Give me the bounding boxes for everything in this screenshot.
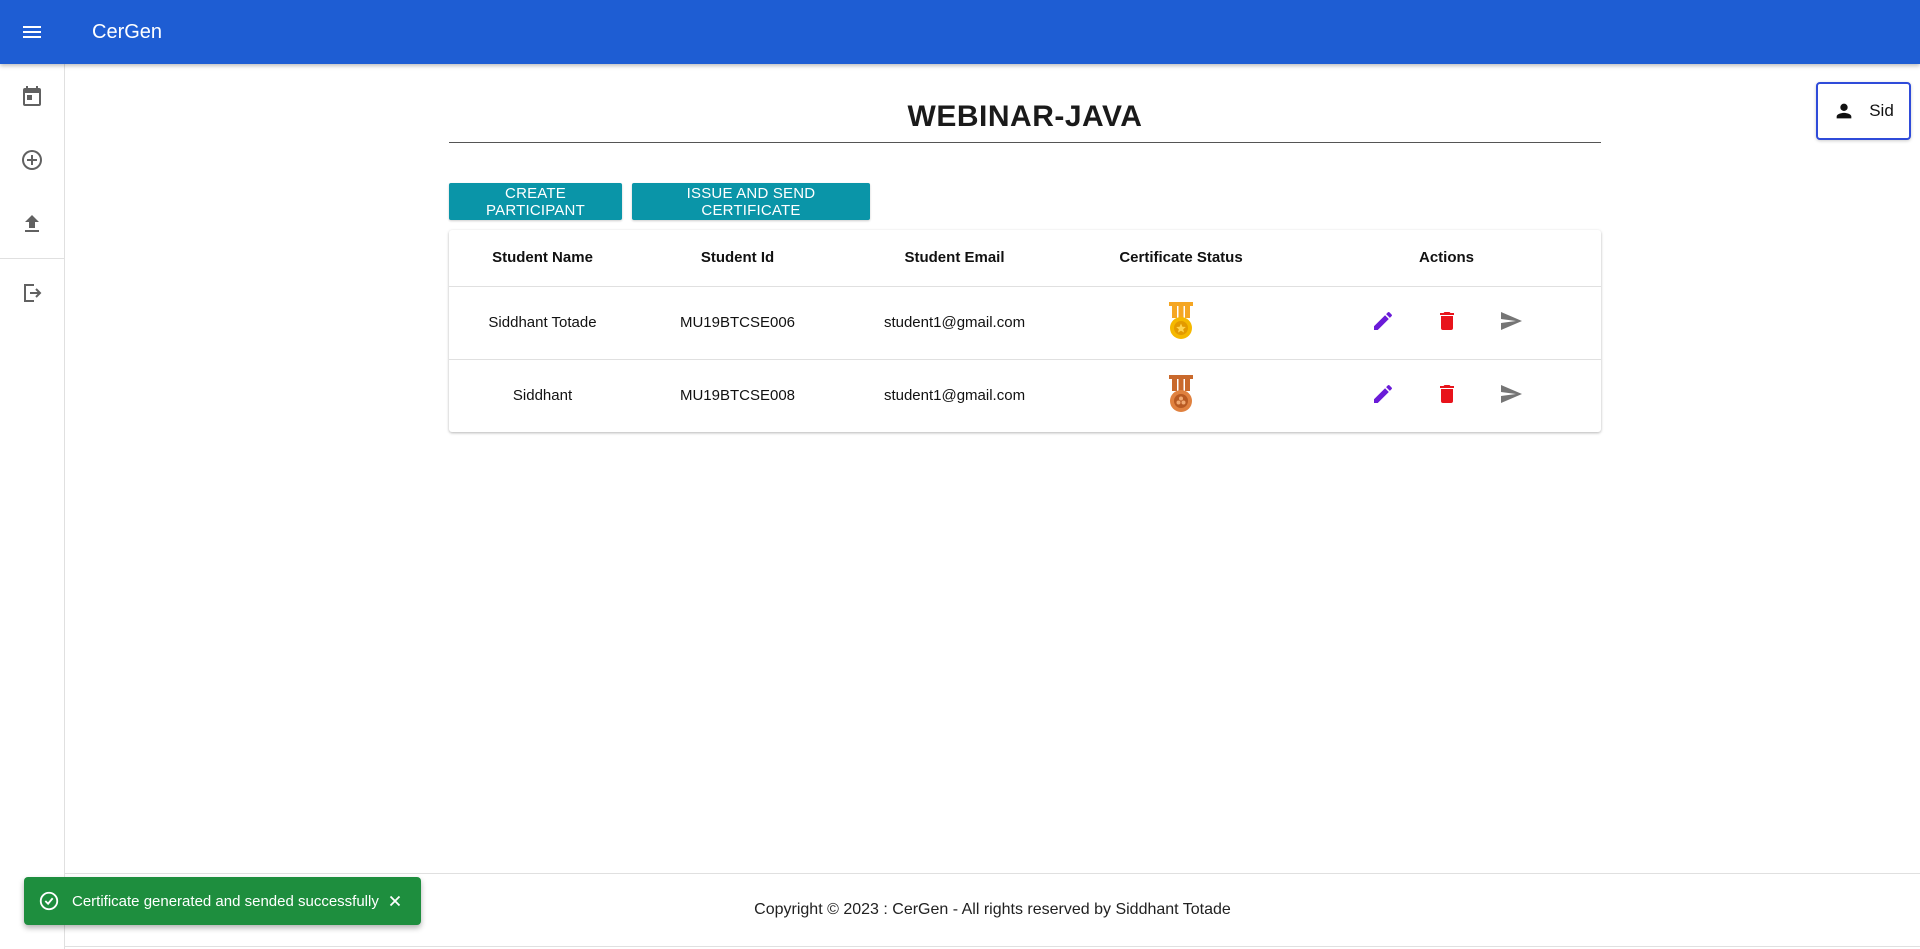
cell-actions — [1292, 359, 1601, 432]
sidebar — [0, 64, 65, 949]
cell-student-id: MU19BTCSE008 — [679, 387, 796, 405]
column-header-id: Student Id — [636, 230, 839, 287]
column-header-email: Student Email — [839, 230, 1070, 287]
success-toast: Certificate generated and sended success… — [24, 877, 421, 925]
logout-icon — [24, 284, 42, 302]
edit-icon — [1373, 311, 1392, 330]
bronze-medal-icon — [1169, 374, 1193, 412]
cell-student-name: Siddhant Totade — [449, 286, 636, 360]
calendar-icon — [23, 86, 41, 106]
cell-certificate-status — [1070, 359, 1292, 432]
cell-student-name: Siddhant — [512, 387, 573, 405]
upload-icon — [25, 215, 39, 232]
send-icon — [1500, 311, 1522, 330]
sidebar-item-upload[interactable] — [0, 192, 64, 256]
table-row: Siddhant MU19BTCSE008 student1@gmail.com — [449, 359, 1601, 432]
participants-table: Student Name Student Id Student Email Ce… — [449, 230, 1601, 432]
edit-button[interactable] — [1371, 309, 1395, 333]
delete-icon — [1439, 311, 1454, 330]
app-title: CerGen — [92, 20, 163, 43]
page-title: WEBINAR-JAVA — [907, 100, 1143, 133]
edit-button[interactable] — [1371, 382, 1395, 406]
table-row: Siddhant Totade MU19BTCSE006 student1@gm… — [449, 286, 1601, 360]
column-header-name: Student Name — [449, 230, 636, 287]
cell-student-email: student1@gmail.com — [883, 387, 1026, 405]
sidebar-divider — [0, 258, 64, 259]
edit-icon — [1373, 384, 1392, 403]
footer-text: Copyright © 2023 : CerGen - All rights r… — [754, 901, 1231, 918]
sidebar-item-create[interactable] — [0, 128, 64, 192]
sidebar-item-events[interactable] — [0, 64, 64, 128]
cell-student-email: student1@gmail.com — [839, 286, 1070, 360]
cell-student-id: MU19BTCSE006 — [636, 286, 839, 360]
toast-close-button[interactable] — [383, 889, 407, 913]
title-divider — [449, 142, 1601, 143]
menu-icon — [23, 26, 41, 38]
cell-actions — [1292, 286, 1601, 360]
column-header-actions: Actions — [1292, 230, 1601, 287]
menu-button[interactable] — [0, 0, 64, 64]
delete-icon — [1439, 384, 1454, 403]
sidebar-item-logout[interactable] — [0, 261, 64, 325]
user-menu-button[interactable]: Sid — [1816, 82, 1911, 140]
delete-button[interactable] — [1435, 309, 1459, 333]
check-circle-icon — [39, 891, 59, 911]
table-header-row: Student Name Student Id Student Email Ce… — [449, 230, 1601, 287]
close-icon — [389, 895, 401, 907]
send-button[interactable] — [1499, 309, 1523, 333]
person-icon — [1836, 103, 1852, 119]
app-bar: CerGen — [0, 0, 1920, 64]
send-button[interactable] — [1499, 382, 1523, 406]
user-name: Sid — [1869, 101, 1894, 120]
send-icon — [1500, 384, 1522, 403]
toast-message: Certificate generated and sended success… — [72, 892, 379, 910]
create-participant-button[interactable]: CREATE PARTICIPANT — [449, 183, 622, 220]
cell-certificate-status — [1070, 286, 1292, 360]
delete-button[interactable] — [1435, 382, 1459, 406]
add-circle-icon — [22, 150, 42, 170]
column-header-status: Certificate Status — [1070, 230, 1292, 287]
issue-send-certificate-button[interactable]: ISSUE AND SEND CERTIFICATE — [632, 183, 870, 220]
gold-medal-icon — [1169, 301, 1193, 339]
